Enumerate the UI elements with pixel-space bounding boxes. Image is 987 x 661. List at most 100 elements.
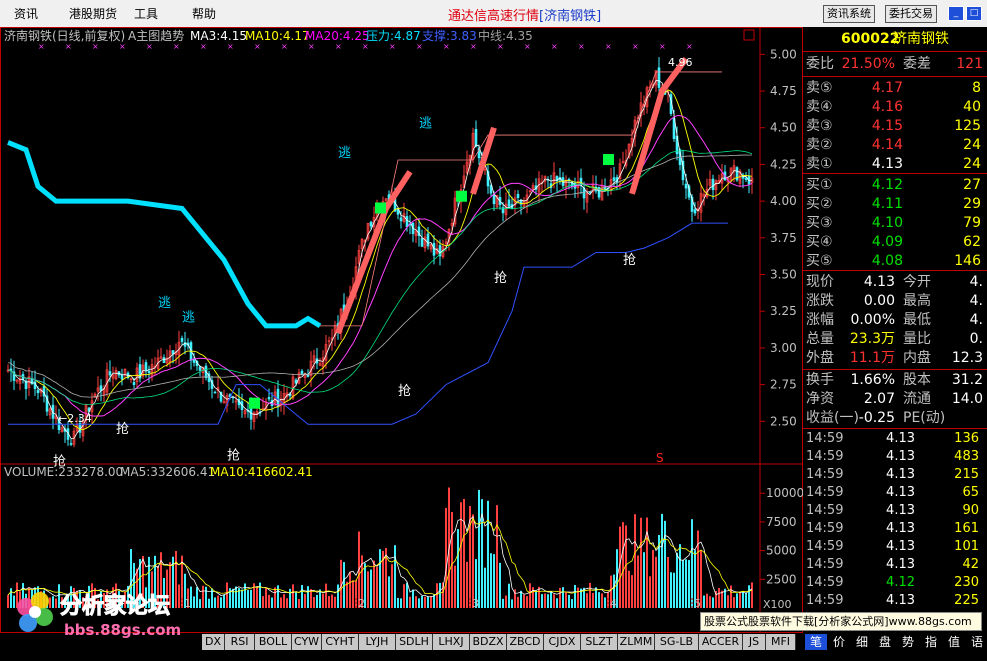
indicator-tab[interactable]: SG-LB [655,634,699,650]
volume-bar [523,594,525,608]
volume-bar [640,517,642,608]
app-title-text: 通达信高速行情 [448,9,540,24]
bid-level-label: 买⑤ [806,253,833,269]
indicator-tab[interactable]: LHXJ [433,634,470,650]
volume-bar [541,594,543,608]
volume-bar [673,572,675,608]
volume-bar [598,592,600,608]
indicator-tab[interactable]: CJDX [544,634,581,650]
menu-item-help[interactable]: 帮助 [192,5,216,22]
right-tab[interactable]: 价 [828,634,850,650]
stat-value-2: 0. [969,331,983,347]
minimize-button[interactable]: _ [948,6,964,21]
bid-volume: 79 [963,215,981,231]
tick-volume: 161 [954,521,979,536]
tick-time: 14:59 [806,521,844,536]
volume-bar [730,585,732,608]
fund-label: 换手 [806,372,834,388]
volume-bar [418,598,420,608]
right-tab[interactable]: 细 [851,634,873,650]
right-tab[interactable]: 势 [897,634,919,650]
candle-body [369,221,373,227]
menu-item-hk-futures[interactable]: 港股期货 [69,5,117,22]
ask-level-label: 卖⑤ [806,80,833,96]
tick-price: 4.13 [886,431,915,446]
ma10-label: MA10:4.17 [245,29,310,43]
volume-bar [352,580,354,608]
candle-body [684,183,688,189]
volume-bar [637,555,639,608]
volume-bar [241,589,243,608]
weibi-label: 委比 [806,56,834,72]
right-tabs: 笔价细盘势指值语 [803,633,987,651]
kline-chart[interactable]: 5.00 4.75 4.50 4.25 4.00 3.75 3.50 3.25 3.00 2.75… [0,27,803,633]
right-tab[interactable]: 指 [920,634,942,650]
volume-bar [712,597,714,608]
stock-name: 济南钢铁 [893,31,949,47]
indicator-tab[interactable]: BOLL [255,634,292,650]
top-marker: × [173,42,180,51]
bid-volume: 146 [954,253,981,269]
indicator-tab[interactable]: BDZX [470,634,507,650]
top-marker: × [119,42,126,51]
trade-button[interactable]: 委托交易 [885,5,937,23]
indicator-tab[interactable]: ACCER [699,634,743,650]
volume-bar [472,514,474,608]
indicator-tab[interactable]: ZLMM [618,634,655,650]
menu-item-tools[interactable]: 工具 [134,5,158,22]
ad-banner[interactable]: 股票公式股票软件下载[分析家公式网]www.88gs.com [700,612,982,631]
news-system-button[interactable]: 资讯系统 [823,5,875,23]
right-tab[interactable]: 笔 [805,634,827,650]
volume-tick-label: 5000 [766,544,797,558]
pressure-label: 压力:4.87 [366,29,421,43]
indicator-tab[interactable]: LYJH [359,634,396,650]
candle-body [192,359,196,363]
grab-label: 抢 [623,252,636,268]
tick-row: 14:59 4.13 90 [803,502,987,520]
right-tab[interactable]: 盘 [874,634,896,650]
stat-value-2: 4. [969,274,983,290]
indicator-tab[interactable]: MFI [766,634,796,650]
volume-bar [403,584,405,608]
right-tab[interactable]: 语 [966,634,987,650]
maximize-button[interactable]: □ [966,6,982,21]
volume-bar [274,587,276,608]
bid-level-label: 买① [806,177,833,193]
stat-value: 23.3万 [849,331,895,347]
indicator-tab[interactable]: CYHT [322,634,359,650]
indicator-tab[interactable]: RSI [225,634,255,650]
watermark-title: 分析家论坛 [60,593,170,619]
ask-volume: 125 [954,118,981,134]
candle-body [744,177,748,180]
top-marker: × [551,42,558,51]
volume-bar [574,585,576,608]
volume-bar [289,588,291,608]
volume-bar [421,595,423,608]
right-tab[interactable]: 值 [943,634,965,650]
indicator-tab[interactable]: SDLH [396,634,433,650]
ask-level-label: 卖③ [806,118,833,134]
tick-volume: 65 [962,485,979,500]
indicator-tab[interactable]: SLZT [581,634,618,650]
bid-row: 买① 4.12 27 [803,176,987,195]
volume-bar [685,559,687,608]
volume-bar [706,593,708,608]
fund-value-2: 14.0 [951,391,983,407]
volume-bar [283,594,285,608]
indicator-tab[interactable]: JS [743,634,766,650]
ad-text: 股票公式股票软件下载[分析家公式网]www.88gs.com [704,615,972,628]
volume-bar [397,597,399,608]
indicator-tab[interactable]: ZBCD [507,634,544,650]
ask-price: 4.17 [871,80,903,96]
menu-item-news[interactable]: 资讯 [14,5,38,22]
tick-time: 14:59 [806,449,844,464]
indicator-tab[interactable]: CYW [292,634,322,650]
tick-row: 14:59 4.13 483 [803,448,987,466]
price-grid: 5.00 4.75 4.50 4.25 4.00 3.75 3.50 3.25 3.00 2.75… [760,47,797,428]
volume-bar [748,585,750,608]
volume-bar [604,597,606,608]
volume-bar [538,586,540,608]
volume-bar [247,590,249,608]
stat-value: 0.00% [850,312,895,328]
stat-label-2: 今开 [903,274,931,290]
